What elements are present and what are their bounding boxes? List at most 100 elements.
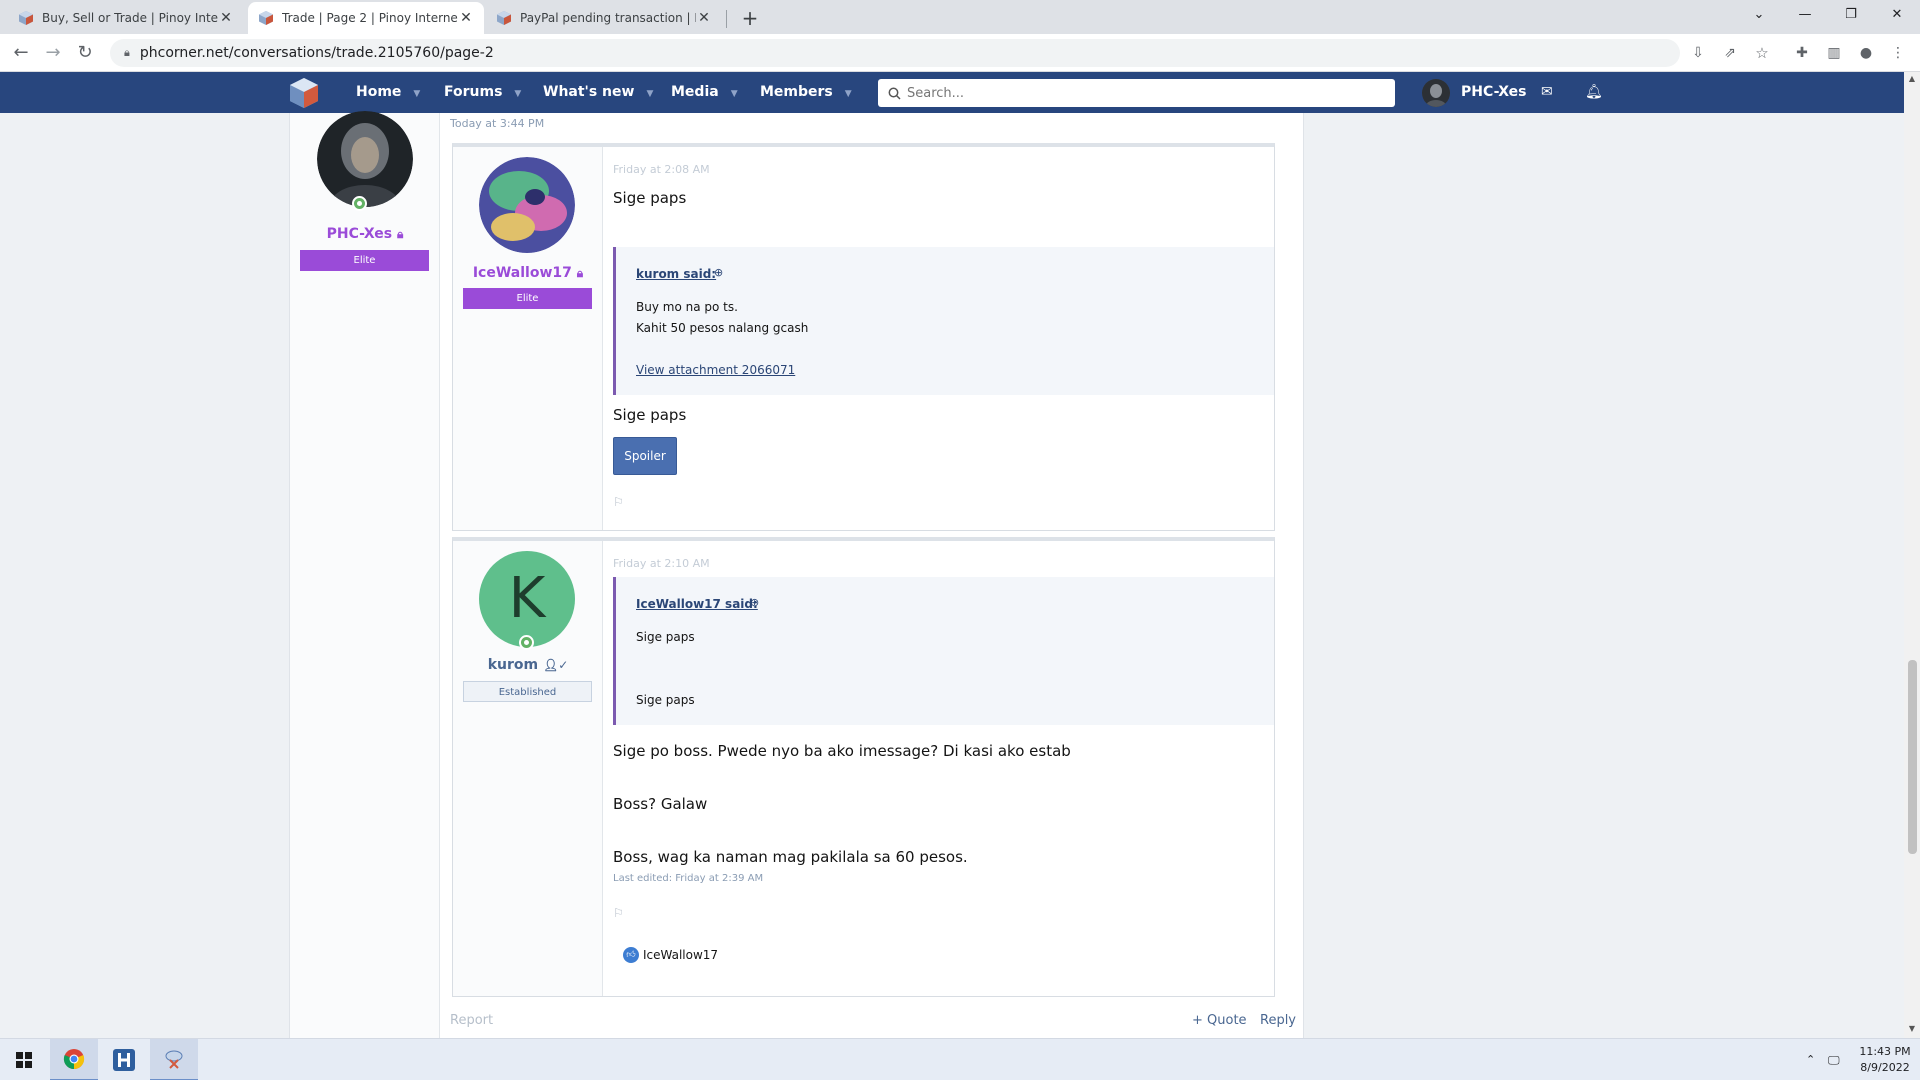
- message-2-paragraph: Boss, wag ka naman mag pakilala sa 60 pe…: [613, 848, 968, 866]
- message-1-author-badge: Elite: [463, 288, 592, 309]
- reply-link[interactable]: Reply: [1260, 1013, 1296, 1028]
- chevron-down-icon[interactable]: ▼: [514, 89, 521, 99]
- quote-author-text: IceWallow17 said:: [636, 597, 758, 611]
- install-app-icon[interactable]: ⇩: [1686, 41, 1710, 65]
- phcorner-logo-icon[interactable]: [287, 76, 321, 110]
- like-thumb-icon: 👍︎: [623, 947, 639, 963]
- report-link[interactable]: Report: [450, 1013, 493, 1028]
- message-1-text-bottom: Sige paps: [613, 406, 687, 424]
- phcorner-favicon-icon: [497, 11, 511, 25]
- scroll-up-arrow-icon[interactable]: ▲: [1904, 74, 1920, 83]
- browser-tab-3[interactable]: PayPal pending transaction | Pin ✕: [486, 2, 722, 34]
- kurom-avatar-initial: K: [508, 566, 546, 631]
- current-user-name[interactable]: PHC-Xes: [1461, 72, 1527, 113]
- quote-link[interactable]: + Quote: [1192, 1013, 1247, 1028]
- site-navbar: Home ▼ Forums ▼ What's new ▼ Media ▼ Members…: [0, 72, 1904, 113]
- icewallow17-avatar[interactable]: [479, 157, 575, 253]
- page-scrollbar[interactable]: ▲ ▼: [1904, 72, 1920, 1038]
- extensions-puzzle-icon[interactable]: ✚: [1790, 41, 1814, 65]
- online-status-icon: [519, 635, 534, 650]
- reload-icon[interactable]: ↻: [73, 41, 97, 65]
- browser-tab-1[interactable]: Buy, Sell or Trade | Pinoy Internet ✕: [8, 2, 244, 34]
- outer-message-timestamp[interactable]: Today at 3:44 PM: [450, 117, 544, 130]
- quote-author-link[interactable]: IceWallow17 said:: [636, 597, 758, 611]
- message-2-user-column: K kurom 👤︎✓ Established: [453, 541, 603, 996]
- inbox-envelope-icon[interactable]: ✉: [1541, 72, 1553, 113]
- tab-separator: [726, 10, 727, 28]
- tab-close-icon[interactable]: ✕: [458, 10, 474, 26]
- message-2-timestamp[interactable]: Friday at 2:10 AM: [613, 557, 710, 570]
- address-bar[interactable]: 🔒︎ phcorner.net/conversations/trade.2105…: [110, 39, 1680, 67]
- quote-jump-up-icon[interactable]: ⊕: [714, 266, 723, 279]
- quote-author-link[interactable]: kurom said:: [636, 267, 716, 281]
- message-1: IceWallow17 🔒︎ Elite Friday at 2:08 AM S…: [452, 143, 1275, 531]
- conversation-container: PHC-Xes 🔒︎ Elite Today at 3:44 PM IceWal…: [289, 111, 1304, 1038]
- bookmark-star-icon[interactable]: ☆: [1750, 41, 1774, 65]
- current-user-avatar[interactable]: [1422, 79, 1450, 107]
- spoiler-button[interactable]: Spoiler: [613, 437, 677, 475]
- outer-message-user-column: PHC-Xes 🔒︎ Elite: [290, 111, 440, 1038]
- chevron-down-icon[interactable]: ▼: [413, 89, 420, 99]
- search-icon: [888, 87, 901, 100]
- kurom-avatar[interactable]: K: [479, 551, 575, 647]
- chevron-down-icon[interactable]: ▼: [731, 89, 738, 99]
- search-box[interactable]: [878, 79, 1395, 107]
- scroll-down-arrow-icon[interactable]: ▼: [1904, 1024, 1920, 1033]
- taskbar-app-tool[interactable]: [150, 1039, 198, 1080]
- message-1-author-name[interactable]: IceWallow17 🔒︎: [453, 265, 603, 281]
- nav-media[interactable]: Media ▼: [671, 72, 738, 113]
- new-tab-plus-icon[interactable]: +: [736, 4, 764, 32]
- message-2-author-name[interactable]: kurom 👤︎✓: [453, 657, 603, 673]
- nav-members[interactable]: Members ▼: [760, 72, 852, 113]
- quote-jump-up-icon[interactable]: ⊕: [750, 596, 759, 609]
- chevron-down-icon[interactable]: ▼: [646, 89, 653, 99]
- avatar-image: [1422, 79, 1450, 107]
- tab-search-chevron-icon[interactable]: ⌄: [1736, 0, 1782, 30]
- view-attachment-link[interactable]: View attachment 2066071: [636, 363, 795, 377]
- message-2-author-badge: Established: [463, 681, 592, 702]
- phc-xes-avatar[interactable]: [317, 111, 413, 207]
- window-close-icon[interactable]: ✕: [1874, 0, 1920, 30]
- alerts-bell-icon[interactable]: 🔔︎: [1585, 72, 1603, 113]
- nav-home-label: Home: [356, 84, 402, 100]
- message-1-timestamp[interactable]: Friday at 2:08 AM: [613, 163, 710, 176]
- reaction-user[interactable]: IceWallow17: [643, 948, 718, 962]
- network-icon[interactable]: 🖵︎: [1828, 1039, 1840, 1080]
- chrome-menu-icon[interactable]: ⋮: [1886, 41, 1910, 65]
- outer-author-name[interactable]: PHC-Xes 🔒︎: [290, 226, 440, 242]
- browser-tab-strip: Buy, Sell or Trade | Pinoy Internet ✕ Tr…: [0, 0, 1920, 34]
- nav-forums[interactable]: Forums ▼: [444, 72, 521, 113]
- nav-whats-new[interactable]: What's new ▼: [543, 72, 653, 113]
- nav-home[interactable]: Home ▼: [356, 72, 420, 113]
- windows-start-icon[interactable]: [0, 1039, 48, 1080]
- clock-time: 11:43 PM: [1859, 1045, 1911, 1058]
- message-2-quote: IceWallow17 said: ⊕ Sige paps Sige paps: [613, 577, 1274, 725]
- side-panel-icon[interactable]: ▥: [1822, 41, 1846, 65]
- profile-icon[interactable]: ●: [1854, 41, 1878, 65]
- chevron-down-icon[interactable]: ▼: [845, 89, 852, 99]
- window-restore-icon[interactable]: ❐: [1828, 0, 1874, 30]
- outer-author-badge: Elite: [300, 250, 429, 271]
- message-2: K kurom 👤︎✓ Established Friday at 2:10 A…: [452, 537, 1275, 997]
- scrollbar-thumb[interactable]: [1908, 660, 1917, 854]
- taskbar-clock[interactable]: 11:43 PM 8/9/2022: [1855, 1044, 1915, 1076]
- tab-close-icon[interactable]: ✕: [218, 10, 234, 26]
- report-flag-icon[interactable]: ⚐: [613, 906, 624, 920]
- forward-arrow-icon[interactable]: →: [41, 41, 65, 65]
- show-hidden-icons-chevron-icon[interactable]: ⌃: [1806, 1039, 1815, 1080]
- report-flag-icon[interactable]: ⚐: [613, 495, 624, 509]
- reaction-bar[interactable]: 👍︎ IceWallow17: [623, 947, 718, 963]
- search-input[interactable]: [907, 85, 1387, 101]
- browser-tab-2[interactable]: Trade | Page 2 | Pinoy Internet an ✕: [248, 2, 484, 34]
- verified-user-icon: 👤︎✓: [542, 658, 569, 672]
- taskbar-chrome[interactable]: [50, 1039, 98, 1080]
- message-1-user-column: IceWallow17 🔒︎ Elite: [453, 147, 603, 530]
- message-2-paragraph: Boss? Galaw: [613, 795, 708, 813]
- tab-close-icon[interactable]: ✕: [696, 10, 712, 26]
- window-minimize-icon[interactable]: —: [1782, 0, 1828, 30]
- taskbar-app-h[interactable]: [100, 1039, 148, 1080]
- message-1-author-name-text: IceWallow17: [472, 265, 572, 281]
- share-icon[interactable]: ⇗: [1718, 41, 1742, 65]
- nav-members-label: Members: [760, 84, 833, 100]
- back-arrow-icon[interactable]: ←: [9, 41, 33, 65]
